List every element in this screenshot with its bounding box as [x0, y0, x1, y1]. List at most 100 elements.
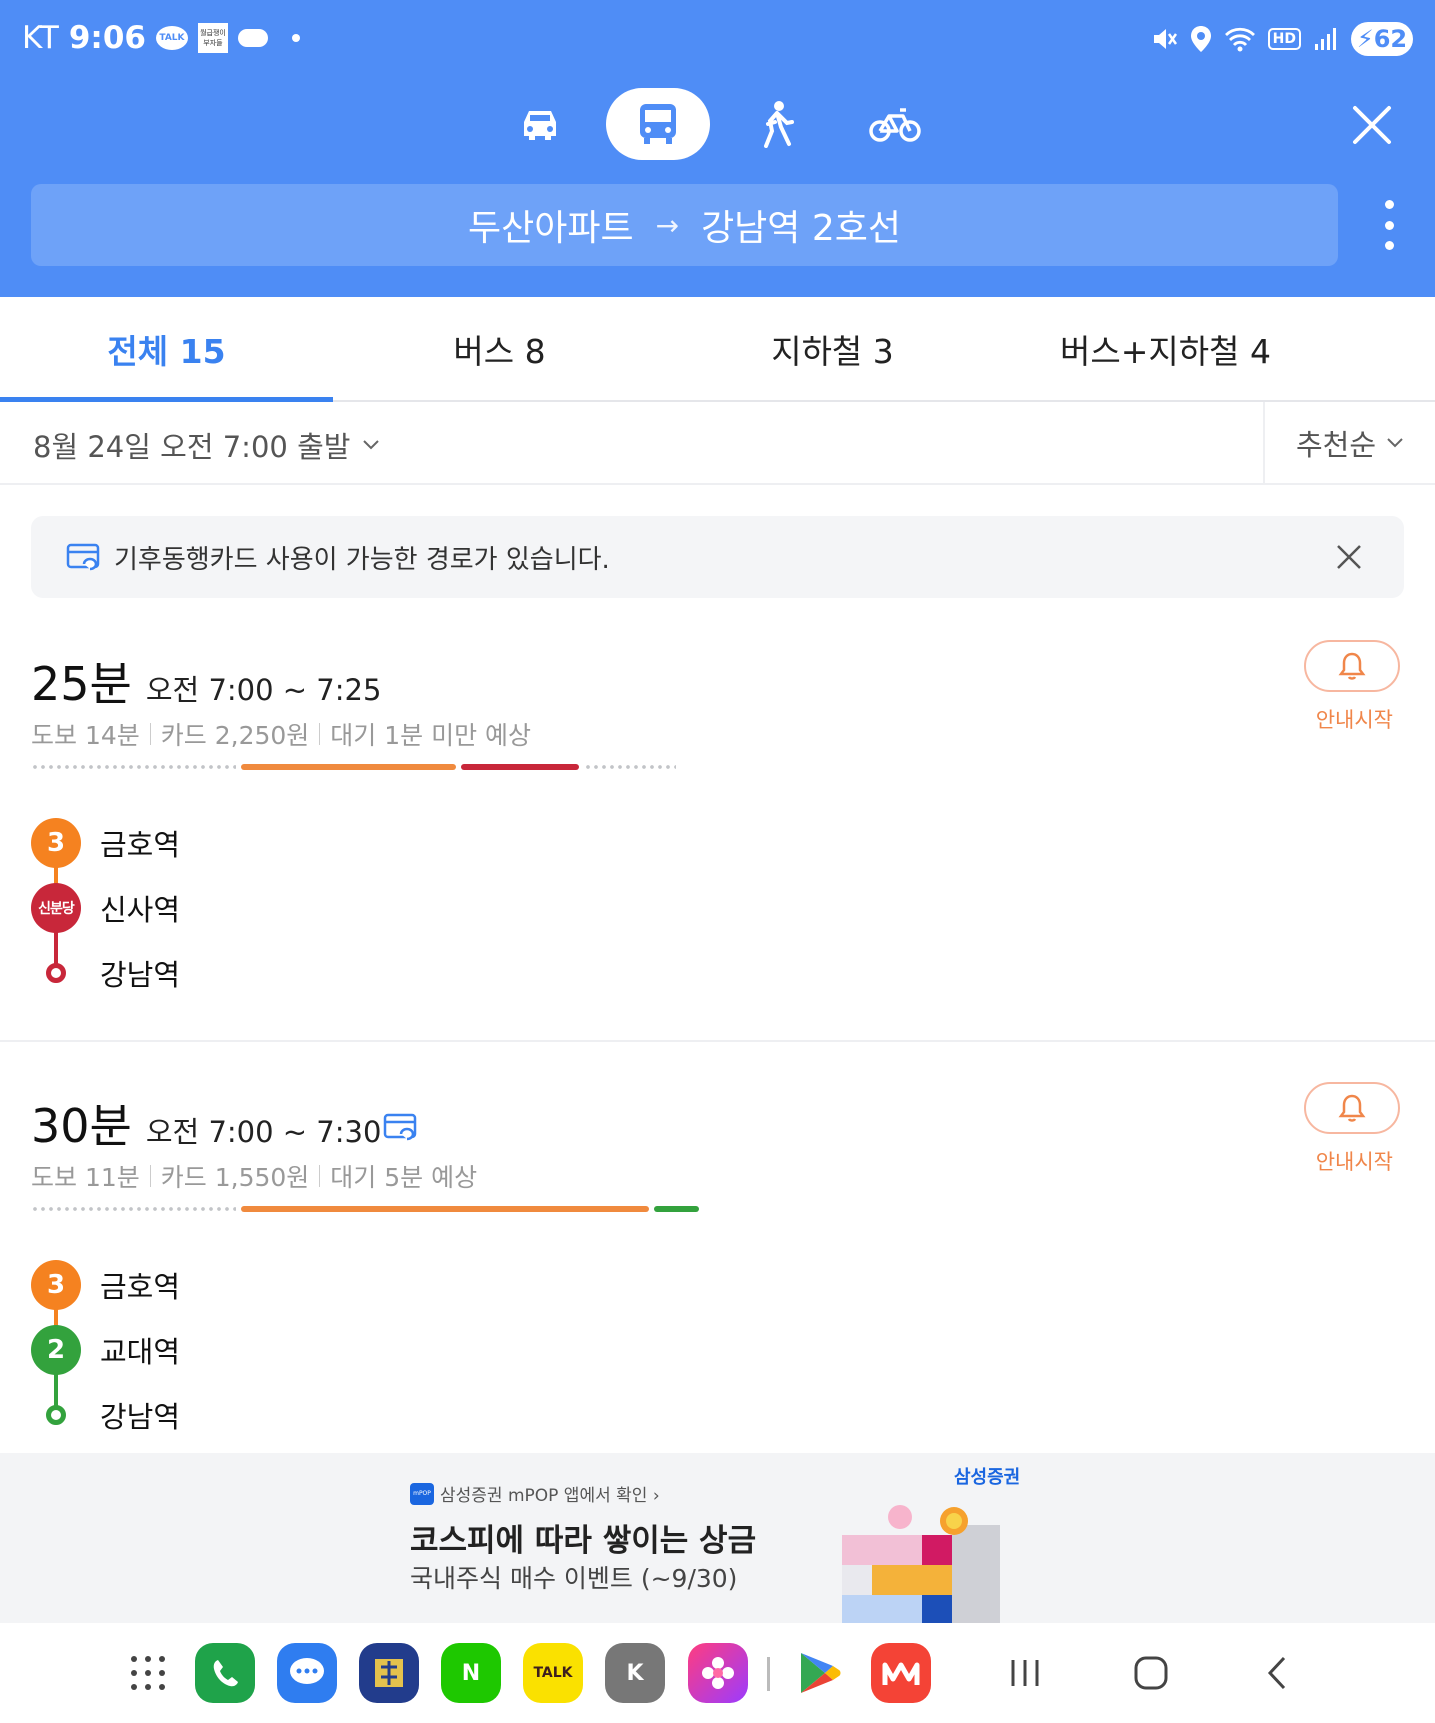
walk-segment [584, 765, 676, 769]
destination-marker-icon [31, 948, 81, 998]
stop-name: 강남역 [100, 1399, 181, 1434]
more-options-icon[interactable] [1379, 200, 1399, 250]
play-store-icon[interactable] [789, 1643, 849, 1703]
origin-label: 두산아파트 [467, 208, 634, 249]
mode-bicycle[interactable] [843, 88, 947, 160]
line-segment [241, 764, 456, 770]
carrier-label: KT [22, 20, 59, 56]
stop-name: 교대역 [100, 1334, 181, 1369]
apps-grid-icon[interactable] [118, 1643, 178, 1703]
start-guide-button[interactable] [1304, 1082, 1400, 1134]
start-guide-label: 안내시작 [1315, 708, 1393, 732]
route-result-1[interactable]: 25분 오전 7:00 ~ 7:25 도보 14분 카드 2,250원 대기 1… [0, 640, 1435, 992]
car-icon [524, 111, 556, 140]
climate-card-icon [384, 1113, 417, 1141]
ad-illustration [842, 1505, 1000, 1623]
list-item: 강남역 [31, 940, 180, 1005]
transport-mode-tabs [0, 88, 1435, 160]
naver-icon[interactable]: N [441, 1643, 501, 1703]
news-notification-icon: 월급쟁이 부자들 [197, 23, 228, 53]
list-item: 2 교대역 [31, 1317, 180, 1382]
recent-apps-button[interactable] [1002, 1651, 1048, 1695]
clock: 9:06 [68, 20, 146, 56]
stop-list: 3 금호역 신분당 신사역 강남역 [31, 810, 180, 1005]
start-guide-label: 안내시작 [1315, 1150, 1393, 1174]
bank-icon[interactable] [359, 1643, 419, 1703]
destination-marker-icon [31, 1390, 81, 1440]
tab-all[interactable]: 전체 15 [0, 297, 333, 402]
signal-icon [1315, 28, 1336, 50]
destination-label: 강남역 2호선 [701, 208, 902, 249]
line-segment [461, 764, 579, 770]
stop-name: 금호역 [100, 1269, 181, 1304]
kakaotalk-icon[interactable]: TALK [523, 1643, 583, 1703]
battery-indicator: ⚡62 [1351, 22, 1413, 56]
stop-list: 3 금호역 2 교대역 강남역 [31, 1252, 180, 1447]
departure-time-label: 8월 24일 오전 7:00 출발 [33, 430, 351, 464]
chevron-down-icon [1387, 437, 1403, 447]
phone-icon[interactable] [195, 1643, 255, 1703]
close-icon[interactable] [1347, 100, 1397, 150]
messages-icon[interactable] [277, 1643, 337, 1703]
ad-brand: 삼성증권 [954, 1467, 1021, 1488]
start-guide-button[interactable] [1304, 640, 1400, 692]
system-dock: N TALK K [0, 1623, 1435, 1723]
time-range: 오전 7:00 ~ 7:25 [145, 673, 382, 707]
list-item: 3 금호역 [31, 1252, 180, 1317]
walk-segment [31, 765, 236, 769]
stop-name: 신사역 [100, 892, 181, 927]
departure-time-selector[interactable]: 8월 24일 오전 7:00 출발 [33, 424, 380, 466]
bicycle-icon [869, 108, 921, 142]
close-icon[interactable] [1334, 542, 1364, 572]
route-summary-field[interactable]: 두산아파트 → 강남역 2호선 [31, 184, 1338, 266]
filter-row: 8월 24일 오전 7:00 출발 추천순 [0, 402, 1435, 485]
mode-bus[interactable] [606, 88, 710, 160]
ad-banner[interactable]: mPOP 삼성증권 mPOP 앱에서 확인 › 코스피에 따라 쌓이는 상금 국… [0, 1453, 1435, 1623]
list-item: 강남역 [31, 1382, 180, 1447]
kakaotalk-notification-icon: TALK [155, 26, 188, 50]
route-arrow: → [655, 208, 680, 242]
bus-icon [640, 104, 676, 144]
cloud-icon [237, 29, 268, 47]
m-app-icon[interactable] [871, 1643, 931, 1703]
charging-icon: ⚡ [1356, 25, 1374, 53]
walk-segment [31, 1207, 236, 1211]
dock-separator [767, 1657, 770, 1691]
bell-icon [1338, 1094, 1366, 1122]
notice-text: 기후동행카드 사용이 가능한 경로가 있습니다. [114, 544, 610, 575]
tab-bus-subway[interactable]: 버스+지하철 4 [999, 297, 1332, 400]
chevron-down-icon [363, 440, 380, 450]
location-icon [1190, 26, 1211, 52]
status-bar: KT 9:06 TALK 월급쟁이 부자들 HD ⚡62 [0, 0, 1435, 82]
mode-walk[interactable] [725, 88, 829, 160]
tab-bus[interactable]: 버스 8 [333, 297, 666, 400]
walk-time: 도보 11분 [31, 1163, 140, 1192]
ad-source: mPOP 삼성증권 mPOP 앱에서 확인 › [410, 1481, 660, 1506]
back-button[interactable] [1254, 1651, 1300, 1695]
sort-selector[interactable]: 추천순 [1263, 402, 1435, 483]
stop-name: 강남역 [100, 957, 181, 992]
fare: 카드 2,250원 [160, 721, 310, 750]
mute-icon [1153, 29, 1177, 49]
line-segment [654, 1206, 699, 1212]
time-range: 오전 7:00 ~ 7:30 [145, 1115, 382, 1149]
duration: 30분 [31, 1099, 132, 1153]
tab-subway[interactable]: 지하철 3 [666, 297, 999, 400]
hd-voice-icon: HD [1267, 28, 1301, 50]
gallery-icon[interactable] [688, 1643, 748, 1703]
wifi-icon [1224, 27, 1255, 52]
kakao-k-icon[interactable]: K [605, 1643, 665, 1703]
line-2-badge: 2 [31, 1324, 81, 1375]
mpop-logo: mPOP [410, 1482, 434, 1505]
walk-time: 도보 14분 [31, 721, 140, 750]
sort-label: 추천순 [1295, 427, 1377, 462]
route-result-2[interactable]: 30분 오전 7:00 ~ 7:30 도보 11분 카드 1,550원 대기 5… [0, 1082, 1435, 1434]
fare: 카드 1,550원 [160, 1163, 310, 1192]
line-segment [241, 1206, 649, 1212]
route-type-tabs: 전체 15 버스 8 지하철 3 버스+지하철 4 [0, 297, 1435, 402]
mode-car[interactable] [488, 88, 592, 160]
list-item: 3 금호역 [31, 810, 180, 875]
home-button[interactable] [1128, 1651, 1174, 1695]
ad-source-text: 삼성증권 mPOP 앱에서 확인 › [440, 1486, 660, 1506]
climate-card-icon [66, 543, 100, 571]
